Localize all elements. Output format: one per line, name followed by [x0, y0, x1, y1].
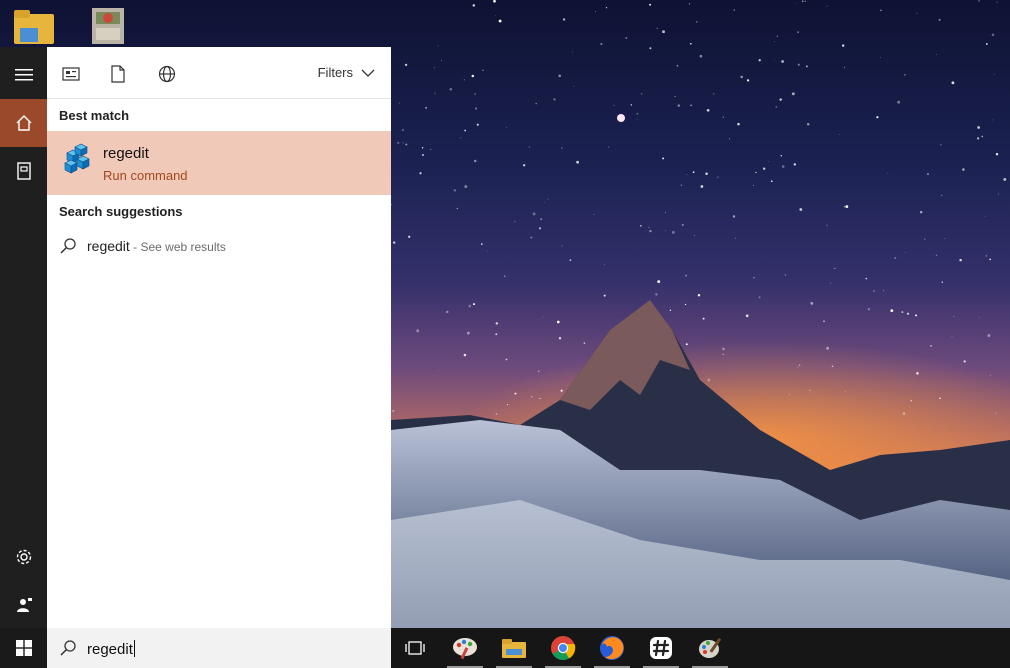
search-box[interactable]: regedit — [47, 628, 391, 668]
slack-icon[interactable] — [639, 628, 683, 668]
windows-start-button[interactable] — [0, 628, 47, 668]
desktop-folder-icon[interactable] — [12, 6, 54, 46]
suggestion-query: regedit — [87, 238, 130, 254]
search-icon — [60, 238, 76, 254]
suggestion-text: regedit - See web results — [87, 238, 226, 254]
text-caret — [133, 640, 135, 657]
notebook-icon[interactable] — [0, 147, 47, 195]
file-explorer-icon[interactable] — [492, 628, 536, 668]
filters-label: Filters — [317, 65, 353, 80]
taskbar — [391, 628, 1010, 668]
document-icon[interactable] — [107, 63, 129, 85]
chevron-down-icon — [361, 69, 375, 77]
task-view-icon[interactable] — [393, 628, 437, 668]
filters-dropdown[interactable]: Filters — [318, 65, 375, 80]
filter-toolbar: Filters — [47, 47, 391, 99]
firefox-icon[interactable] — [590, 628, 634, 668]
windows-logo-icon — [15, 640, 32, 656]
search-icon — [60, 640, 76, 656]
desktop-image-icon[interactable] — [90, 6, 130, 46]
best-match-subtitle: Run command — [103, 168, 188, 183]
best-match-name: regedit — [103, 145, 149, 162]
chrome-icon[interactable] — [541, 628, 585, 668]
regedit-icon — [61, 143, 93, 175]
search-value: regedit — [87, 641, 133, 658]
paint-brush-icon[interactable] — [688, 628, 732, 668]
paint-icon[interactable] — [443, 628, 487, 668]
search-input[interactable]: regedit — [87, 640, 135, 658]
feedback-icon[interactable] — [0, 581, 47, 629]
settings-icon[interactable] — [0, 533, 47, 581]
hamburger-icon[interactable] — [0, 51, 47, 99]
search-results-panel: Filters Best match regedit Run command S… — [47, 47, 391, 628]
home-icon[interactable] — [0, 99, 47, 147]
apps-icon[interactable] — [60, 63, 82, 85]
best-match-heading: Best match — [59, 108, 130, 123]
globe-icon[interactable] — [156, 63, 178, 85]
search-suggestions-heading: Search suggestions — [59, 204, 183, 219]
suggestion-item[interactable]: regedit - See web results — [47, 233, 391, 261]
suggestion-hint: - See web results — [129, 240, 226, 254]
start-left-rail — [0, 47, 47, 628]
best-match-item[interactable]: regedit Run command — [47, 131, 391, 195]
